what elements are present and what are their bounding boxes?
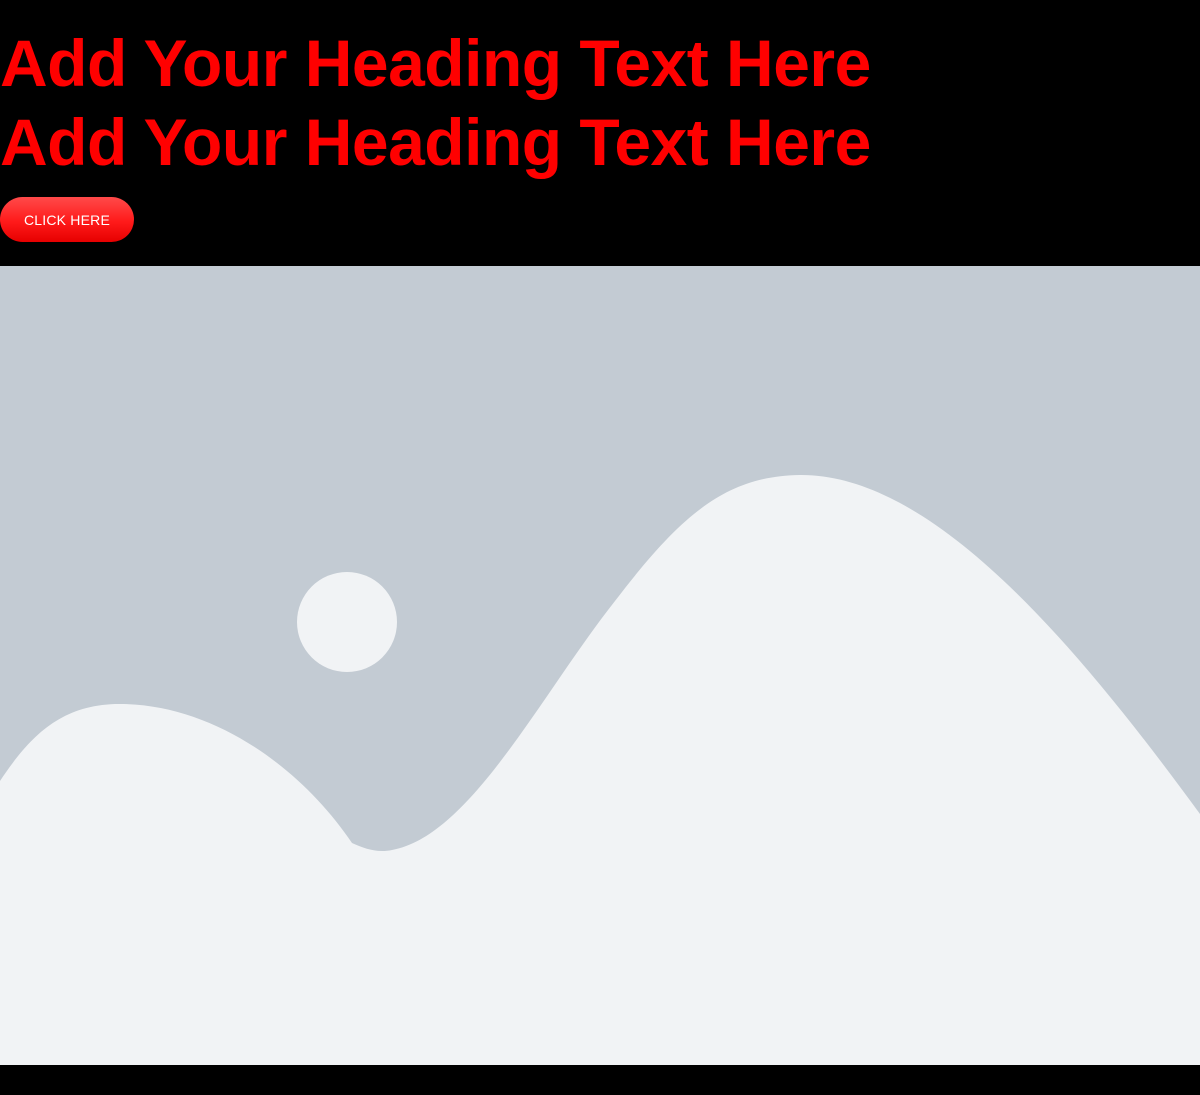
click-here-button[interactable]: CLICK HERE <box>0 197 134 242</box>
image-placeholder <box>0 266 1200 1065</box>
heading-primary: Add Your Heading Text Here <box>0 26 871 100</box>
placeholder-sun <box>297 572 397 672</box>
heading-secondary: Add Your Heading Text Here <box>0 105 871 179</box>
hero-section: Add Your Heading Text Here Add Your Head… <box>0 0 1200 266</box>
bottom-bar <box>0 1065 1200 1095</box>
page: Add Your Heading Text Here Add Your Head… <box>0 0 1200 1095</box>
image-placeholder-icon <box>0 266 1200 1065</box>
